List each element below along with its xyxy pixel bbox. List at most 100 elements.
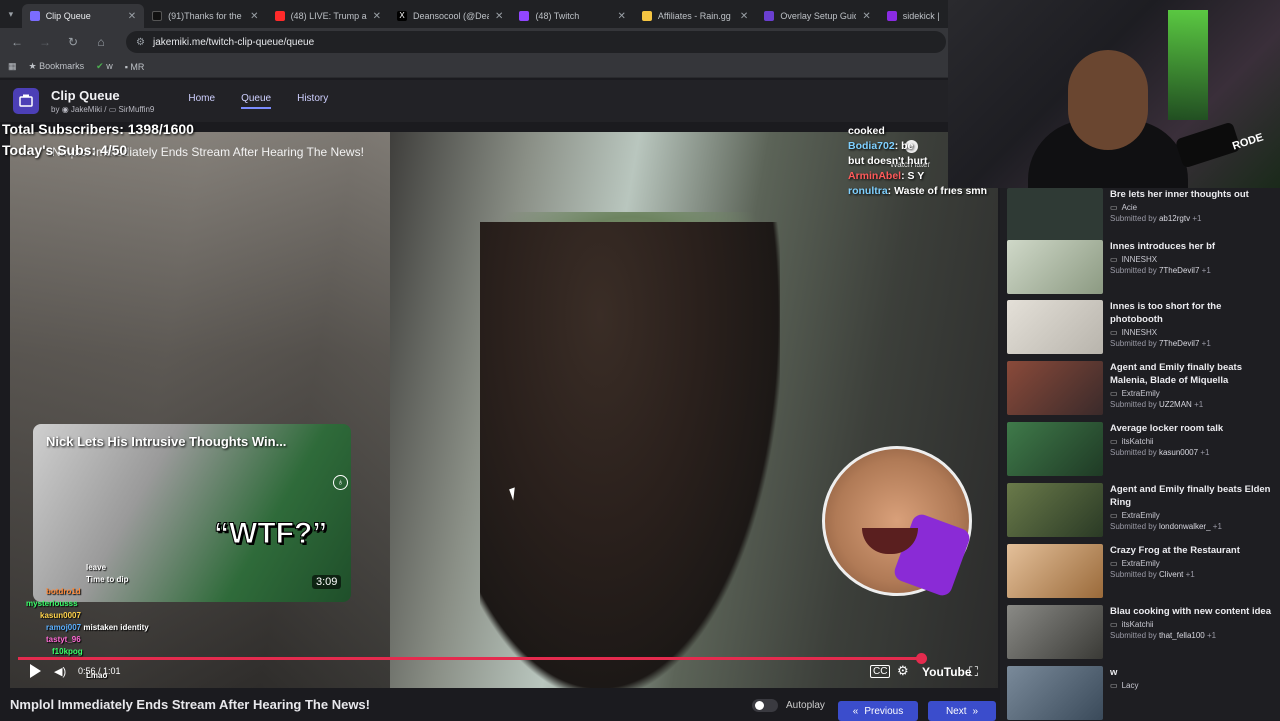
browser-tab-bar: ▾ Clip Queue ✕ (91)Thanks for the fo ✕ (48… xyxy=(0,0,948,28)
subscriber-total: Total Subscribers: 1398/1600 xyxy=(2,121,194,137)
queue-thumbnail xyxy=(1007,422,1103,476)
x-logo-icon: X xyxy=(397,11,407,21)
channel-icon: ▭ xyxy=(1110,559,1118,568)
queue-thumbnail xyxy=(1007,605,1103,659)
reload-icon[interactable]: ↻ xyxy=(66,35,80,49)
video-time: 0:56 / 1:01 xyxy=(78,666,121,676)
author-link[interactable]: JakeMiki xyxy=(71,105,102,114)
bookmark-item[interactable]: ★ Bookmarks xyxy=(29,61,85,72)
queue-item[interactable]: w ▭ Lacy xyxy=(1007,666,1277,720)
volume-icon[interactable]: ◀) xyxy=(54,665,66,678)
bookmark-item[interactable]: ✔ w xyxy=(96,61,113,72)
app-header: Clip Queue by ◉ JakeMiki / ▭ SirMuffin9 … xyxy=(0,80,1000,122)
close-icon[interactable]: ✕ xyxy=(617,11,625,22)
double-chevron-right-icon: » xyxy=(972,705,979,717)
play-icon[interactable] xyxy=(30,664,41,678)
next-button[interactable]: Next» xyxy=(928,701,996,721)
tab-twitch[interactable]: (48) Twitch ✕ xyxy=(511,4,633,28)
tab-favicon xyxy=(886,11,897,21)
thumbnail-title: Nick Lets His Intrusive Thoughts Win... xyxy=(46,434,287,449)
bookmark-item[interactable]: ▪ MR xyxy=(125,62,145,72)
channel-icon: ▭ xyxy=(1110,328,1118,337)
star-icon: ★ xyxy=(28,61,37,71)
close-icon[interactable]: ✕ xyxy=(862,11,870,22)
address-bar-row: ← → ↻ ⌂ ⚙ jakemiki.me/twitch-clip-queue/… xyxy=(0,28,948,56)
webcam-light xyxy=(1168,10,1208,120)
close-icon[interactable]: ✕ xyxy=(495,11,503,22)
apps-grid-icon[interactable]: ▦ xyxy=(8,61,17,72)
twitch-icon: ▭ xyxy=(108,105,117,114)
youtube-logo[interactable]: YouTube xyxy=(922,665,972,679)
double-chevron-left-icon: « xyxy=(852,705,859,717)
fullscreen-icon[interactable]: ⛶ xyxy=(969,664,978,680)
queue-item[interactable]: Average locker room talk ▭ itsKatchii Sub… xyxy=(1007,422,1277,482)
queue-item[interactable]: Blau cooking with new content idea ▭ itsK… xyxy=(1007,605,1277,665)
tab-favicon xyxy=(29,11,40,21)
queue-item[interactable]: Agent and Emily finally beats Malenia, B… xyxy=(1007,361,1277,421)
app-title: Clip Queue xyxy=(51,88,120,103)
chat-message: Time to dip xyxy=(86,575,129,584)
channel-icon: ▭ xyxy=(1110,203,1118,212)
thumbnail-duration: 3:09 xyxy=(312,575,342,589)
channel-icon: ▭ xyxy=(1110,437,1118,446)
webcam-overlay xyxy=(948,0,1280,188)
chat-message: leave xyxy=(86,563,107,572)
queue-thumbnail xyxy=(1007,240,1103,294)
tab-favicon xyxy=(641,11,652,21)
previous-button[interactable]: «Previous xyxy=(838,701,918,721)
tab-youtube[interactable]: (48) LIVE: Trump anno✕ xyxy=(267,4,389,28)
chat-message: kasun0007 xyxy=(40,611,81,620)
author-link[interactable]: SirMuffin9 xyxy=(119,105,155,114)
queue-thumbnail xyxy=(1007,544,1103,598)
queue-item[interactable]: Bre lets her inner thoughts out ▭ Acie Su… xyxy=(1007,188,1277,248)
tab-favicon xyxy=(152,11,163,21)
autoplay-toggle-knob[interactable] xyxy=(755,701,764,710)
tab-overlay-guide[interactable]: Overlay Setup Guide ✕ xyxy=(756,4,878,28)
close-icon[interactable]: ✕ xyxy=(740,11,748,22)
gear-icon[interactable]: ⚙ xyxy=(897,663,909,679)
close-icon[interactable]: ✕ xyxy=(373,11,381,22)
queue-thumbnail xyxy=(1007,666,1103,720)
queue-item[interactable]: Innes introduces her bf ▭ INNESHX Submitt… xyxy=(1007,240,1277,300)
queue-thumbnail xyxy=(1007,483,1103,537)
queue-thumbnail xyxy=(1007,300,1103,354)
site-info-icon[interactable]: ⚙ xyxy=(136,37,145,48)
queue-item[interactable]: Innes is too short for the photobooth ▭ I… xyxy=(1007,300,1277,360)
channel-icon: ▭ xyxy=(1110,389,1118,398)
queue-thumbnail xyxy=(1007,188,1103,242)
webcam-person xyxy=(1068,50,1148,150)
check-icon: ✔ xyxy=(96,61,104,71)
captions-icon[interactable]: CC xyxy=(870,665,891,678)
tab-favicon xyxy=(274,11,285,21)
chat-message: mysteriousss xyxy=(26,599,78,608)
tab-tiktok[interactable]: (91)Thanks for the fo ✕ xyxy=(144,4,266,28)
tab-sidekick[interactable]: sidekick | D xyxy=(879,4,948,28)
close-icon[interactable]: ✕ xyxy=(128,11,136,22)
queue-item[interactable]: Crazy Frog at the Restaurant ▭ ExtraEmily… xyxy=(1007,544,1277,604)
tab-clip-queue[interactable]: Clip Queue ✕ xyxy=(21,4,145,28)
nav-home[interactable]: Home xyxy=(188,93,215,109)
nav-queue[interactable]: Queue xyxy=(241,93,272,109)
queue-item[interactable]: Agent and Emily finally beats Elden Ring… xyxy=(1007,483,1277,543)
chat-message: tastyt_96 xyxy=(46,635,81,644)
progress-scrubber[interactable] xyxy=(916,653,927,664)
app-authors: by ◉ JakeMiki / ▭ SirMuffin9 xyxy=(51,105,155,114)
channel-icon: ▭ xyxy=(1110,681,1118,690)
tab-x[interactable]: X Deansocool (@Dean ✕ xyxy=(389,4,511,28)
home-icon[interactable]: ⌂ xyxy=(94,35,108,49)
forward-icon[interactable]: → xyxy=(38,35,52,49)
tab-affiliates[interactable]: Affiliates - Rain.gg ✕ xyxy=(634,4,756,28)
thumbnail-caption: “WTF?” xyxy=(213,517,328,551)
twitch-logo-icon[interactable] xyxy=(13,88,39,114)
info-icon[interactable]: ♁ xyxy=(333,475,348,490)
main-nav: Home Queue History xyxy=(188,93,328,109)
video-progress-bar[interactable] xyxy=(18,657,921,660)
nav-history[interactable]: History xyxy=(297,93,328,109)
close-icon[interactable]: ✕ xyxy=(250,11,258,22)
url-input[interactable]: ⚙ jakemiki.me/twitch-clip-queue/queue xyxy=(126,31,946,53)
video-scene xyxy=(480,222,780,688)
autoplay-label: Autoplay xyxy=(786,700,825,711)
tab-search-icon[interactable]: ▾ xyxy=(0,9,22,20)
back-icon[interactable]: ← xyxy=(10,35,24,49)
github-icon: ◉ xyxy=(61,105,69,114)
